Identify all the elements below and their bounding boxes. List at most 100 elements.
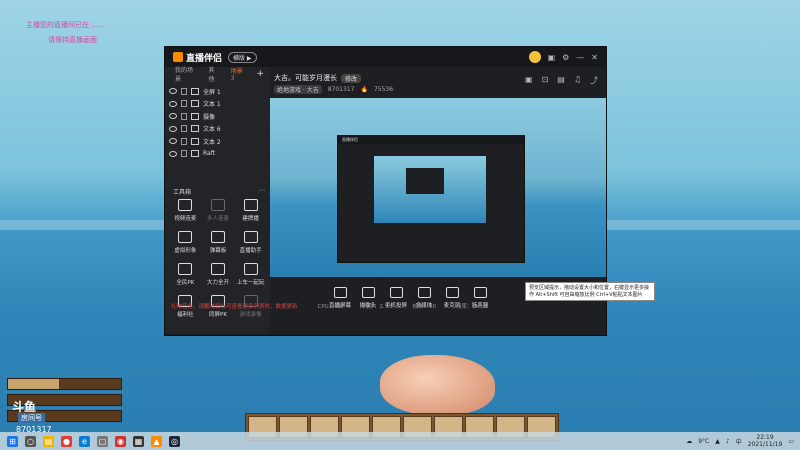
source-item[interactable]: 文本 2 — [165, 135, 270, 148]
avatar-icon — [178, 231, 193, 243]
lock-icon[interactable] — [181, 87, 187, 95]
layout-icon[interactable]: ▤ — [557, 75, 565, 86]
tool-assistant[interactable]: 直播助手 — [234, 231, 267, 254]
power-icon — [210, 263, 225, 275]
app-icon[interactable]: ▢ — [97, 435, 108, 447]
eye-icon[interactable] — [169, 150, 177, 157]
tool-label: 大力全开 — [206, 280, 229, 286]
nested-window — [406, 168, 444, 194]
scene-tabs: 我的场景 其他 场景3 + — [165, 65, 270, 83]
chrome-icon[interactable]: ● — [61, 435, 72, 447]
app-logo: 直播伴侣 — [173, 51, 222, 64]
hunger-fill — [8, 379, 59, 389]
lock-icon[interactable] — [181, 100, 187, 108]
video-link-icon — [178, 199, 193, 211]
weather-icon: ☁ — [686, 437, 693, 445]
player-hand-center — [380, 355, 495, 415]
tool-play-together[interactable]: 上车一起玩 — [234, 263, 267, 286]
title-bar: 直播伴侣 横版 ▶ ▣ ⚙ — ✕ — [165, 47, 606, 67]
tool-avatar[interactable]: 虚拟形象 — [169, 231, 202, 254]
start-icon[interactable]: ⊞ — [7, 435, 18, 447]
network-icon[interactable]: ▲ — [715, 438, 720, 445]
tab-scene-2[interactable]: 其他 — [208, 65, 219, 83]
source-item[interactable]: 全屏 1 — [165, 85, 270, 98]
tool-video-link[interactable]: 视频连麦 — [169, 199, 202, 222]
tab-scene-1[interactable]: 我的场景 — [175, 65, 197, 83]
main-toolbar: ▣ ⊡ ▤ ♫ ⤴ — [525, 75, 598, 86]
lock-icon[interactable] — [181, 125, 187, 133]
share-icon[interactable]: ⤴ — [590, 75, 598, 86]
tool-label: 视频连麦 — [174, 216, 197, 222]
category-chip[interactable]: 绝地游戏 · 大吉 — [274, 84, 322, 94]
eye-icon[interactable] — [169, 88, 177, 95]
edit-title-button[interactable]: 修改 — [341, 73, 362, 83]
skin-icon[interactable]: ▣ — [548, 53, 556, 62]
game-icon[interactable]: ▦ — [133, 435, 144, 447]
source-label: Raft — [203, 150, 216, 158]
tool-label: 建牌播 — [242, 216, 259, 222]
bitrate-status: 码率：0kb/s — [455, 303, 488, 310]
source-list: 全屏 1 文本 1 摄像 文本 6 文本 2 Raft — [165, 85, 270, 160]
source-item[interactable]: 摄像 — [165, 110, 270, 123]
add-scene-button[interactable]: + — [256, 69, 264, 79]
source-item[interactable]: 文本 6 — [165, 123, 270, 136]
pk-icon — [178, 263, 193, 275]
screenshot-icon[interactable]: ▣ — [525, 75, 533, 86]
eye-icon[interactable] — [169, 113, 177, 120]
streaming-app-icon[interactable]: ▲ — [151, 435, 162, 447]
source-item[interactable]: 文本 1 — [165, 98, 270, 111]
source-type-icon — [191, 87, 199, 95]
lock-icon[interactable]: ⊡ — [542, 75, 549, 86]
follower-count: 75536 — [373, 85, 394, 93]
mode-toggle[interactable]: 横版 ▶ — [228, 51, 257, 63]
nested-preview — [374, 156, 486, 223]
tab-scene-3[interactable]: 场景3 — [231, 66, 246, 82]
steam-icon[interactable]: ◎ — [169, 435, 180, 447]
lock-icon[interactable] — [181, 137, 187, 145]
lock-icon[interactable] — [181, 150, 187, 158]
eye-icon[interactable] — [169, 125, 177, 132]
room-title: 大吉。可能岁月漫长 — [274, 74, 337, 82]
source-type-icon — [191, 137, 199, 145]
settings-icon[interactable]: ⚙ — [562, 53, 569, 62]
danmaku-icon — [210, 231, 225, 243]
tool-power[interactable]: 大力全开 — [202, 263, 235, 286]
tool-pk[interactable]: 全民PK — [169, 263, 202, 286]
source-item[interactable]: Raft — [165, 148, 270, 161]
tool-label: 弹幕板 — [209, 248, 227, 254]
speaker-icon — [473, 287, 487, 298]
douyu-app-icon[interactable]: ◉ — [115, 435, 126, 447]
search-icon[interactable]: ○ — [25, 435, 36, 447]
tool-multi-link[interactable]: 多人连麦 — [202, 199, 235, 222]
fire-icon: 🔥 — [360, 85, 368, 93]
more-tools-icon[interactable]: ⋯ — [259, 187, 265, 196]
source-label: 全屏 1 — [203, 88, 221, 96]
lock-icon[interactable] — [181, 112, 187, 120]
input-method[interactable]: 中 — [736, 437, 742, 446]
notification-icon[interactable]: ▭ — [788, 438, 794, 445]
board-icon — [243, 199, 258, 211]
room-label: 房间号 — [18, 413, 45, 423]
tool-board[interactable]: 建牌播 — [234, 199, 267, 222]
volume-icon[interactable]: ♪ — [726, 438, 730, 445]
minimize-icon[interactable]: — — [576, 53, 584, 62]
stream-preview[interactable]: 直播伴侣 — [270, 98, 606, 277]
folder-icon[interactable]: ▤ — [43, 435, 54, 447]
logo-icon — [173, 52, 183, 62]
app-name: 直播伴侣 — [186, 53, 223, 64]
clock[interactable]: 22:19 2021/11/19 — [748, 434, 783, 448]
tool-danmaku[interactable]: 弹幕板 — [202, 231, 235, 254]
eye-icon[interactable] — [169, 100, 177, 107]
fps-status: 帧率：60 — [412, 303, 436, 310]
close-icon[interactable]: ✕ — [591, 53, 598, 62]
weather-temp: 9°C — [698, 437, 710, 445]
status-message: 礼物任务，请翻动鼠标可查看更多列表时，数据更新 — [171, 303, 298, 310]
avatar[interactable] — [528, 51, 541, 63]
tool-label: 多人连麦 — [206, 216, 229, 222]
eye-icon[interactable] — [169, 138, 177, 145]
tool-label: 虚拟形象 — [174, 248, 197, 254]
edge-icon[interactable]: e — [79, 435, 90, 447]
nested-app-preview: 直播伴侣 — [337, 135, 525, 263]
tool-label: 直播助手 — [239, 248, 262, 254]
bell-icon[interactable]: ♫ — [574, 75, 581, 86]
